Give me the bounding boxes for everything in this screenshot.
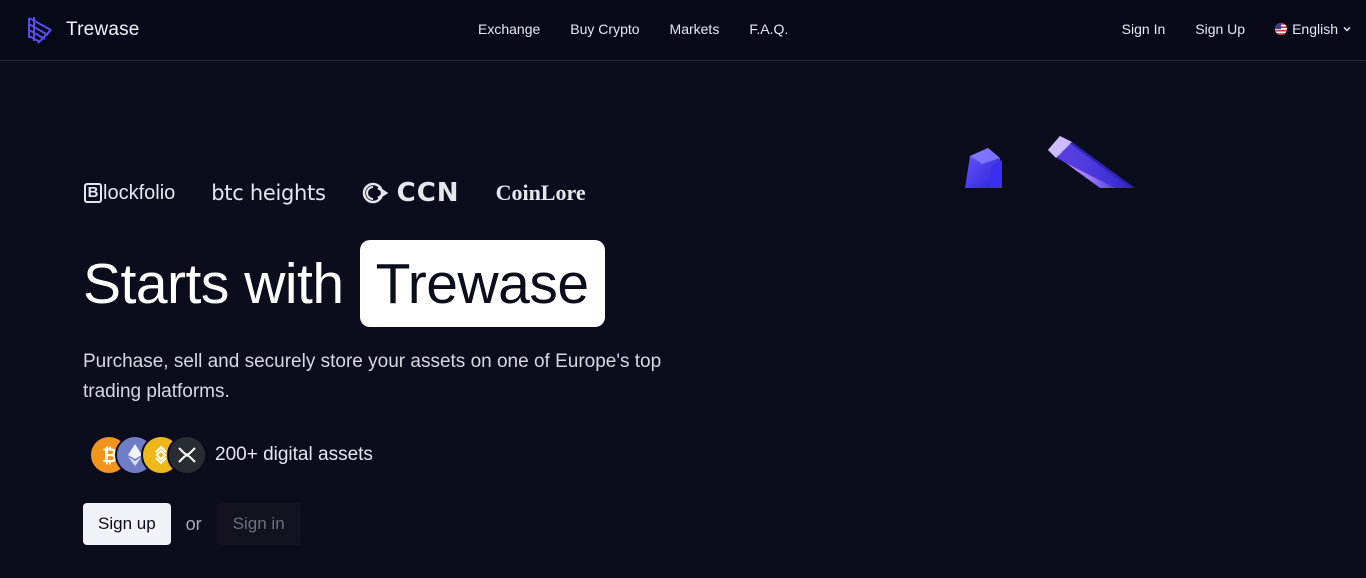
ccn-logo: CCN: [362, 178, 460, 208]
blockfolio-logo: Blockfolio: [84, 182, 175, 205]
nav-buy-crypto[interactable]: Buy Crypto: [570, 21, 639, 37]
hero-title-highlight: Trewase: [359, 240, 605, 327]
sign-up-link[interactable]: Sign Up: [1195, 21, 1245, 37]
coinlore-logo: CoinLore: [495, 180, 586, 205]
ccn-mark-icon: [362, 182, 388, 204]
language-selector[interactable]: English: [1275, 21, 1352, 37]
auth-links: Sign In Sign Up English: [1092, 21, 1352, 37]
nav-faq[interactable]: F.A.Q.: [749, 21, 788, 37]
nav-markets[interactable]: Markets: [670, 21, 720, 37]
brand-name: Trewase: [66, 19, 140, 40]
sign-in-link[interactable]: Sign In: [1122, 21, 1166, 37]
sign-in-button[interactable]: Sign in: [216, 503, 301, 545]
or-separator: or: [185, 513, 202, 534]
digital-assets: ₿ 200+ digital assets: [89, 435, 373, 475]
nav-exchange[interactable]: Exchange: [478, 21, 540, 37]
xrp-icon: [167, 435, 207, 475]
us-flag-icon: [1275, 23, 1288, 35]
assets-count-label: 200+ digital assets: [215, 444, 373, 465]
hero-subtitle: Purchase, sell and securely store your a…: [83, 351, 662, 402]
language-label: English: [1292, 21, 1338, 37]
brand[interactable]: Trewase: [26, 15, 140, 45]
hero-title-lead: Starts with: [83, 251, 344, 316]
press-logos: Blockfolio btc heights CCN CoinLore: [84, 178, 622, 208]
cta-group: Sign up or Sign in: [83, 503, 301, 545]
btc-heights-logo: btc heights: [211, 181, 326, 205]
header: Trewase Exchange Buy Crypto Markets F.A.…: [0, 0, 1366, 61]
hero-3d-illustration: [965, 136, 1135, 188]
trewase-logo-icon: [28, 17, 52, 44]
sign-up-button[interactable]: Sign up: [83, 503, 171, 545]
main-nav: Exchange Buy Crypto Markets F.A.Q.: [478, 21, 818, 37]
chevron-down-icon: [1343, 26, 1351, 32]
hero-title: Starts with Trewase: [83, 240, 605, 327]
